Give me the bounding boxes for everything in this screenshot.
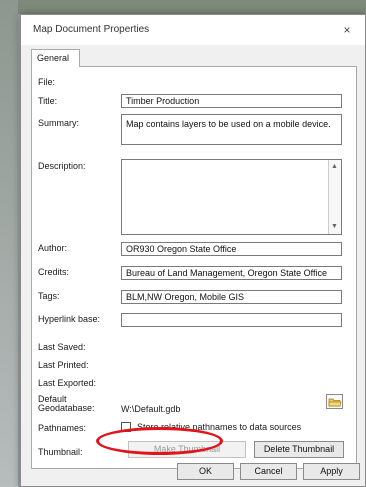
delete-thumbnail-button[interactable]: Delete Thumbnail	[254, 441, 344, 458]
pathnames-label: Pathnames:	[38, 423, 87, 433]
background-window-edge	[0, 0, 18, 487]
scroll-down-icon[interactable]: ▼	[331, 223, 338, 231]
apply-button[interactable]: Apply	[303, 463, 360, 480]
background-window	[0, 0, 366, 14]
file-label: File:	[38, 77, 56, 87]
map-document-properties-dialog: Map Document Properties × General File: …	[20, 14, 366, 487]
tab-general[interactable]: General	[31, 49, 80, 67]
general-panel: File: Title: Timber Production Summary: …	[31, 66, 357, 469]
cancel-button[interactable]: Cancel	[240, 463, 297, 480]
folder-icon[interactable]	[326, 394, 343, 409]
title-field[interactable]: Timber Production	[121, 94, 342, 108]
default-geodatabase-label-line2: Geodatabase:	[38, 403, 95, 413]
relative-pathnames-checkbox[interactable]	[121, 422, 131, 432]
hyperlink-base-field[interactable]	[121, 313, 342, 327]
last-saved-label: Last Saved:	[38, 342, 86, 352]
default-geodatabase-value: W:\Default.gdb	[121, 404, 181, 414]
credits-label: Credits:	[38, 267, 70, 277]
scroll-up-icon[interactable]: ▲	[331, 163, 338, 171]
author-field[interactable]: OR930 Oregon State Office	[121, 242, 342, 256]
title-bar: Map Document Properties ×	[21, 15, 365, 45]
credits-field[interactable]: Bureau of Land Management, Oregon State …	[121, 266, 342, 280]
ok-button[interactable]: OK	[177, 463, 234, 480]
tags-field[interactable]: BLM,NW Oregon, Mobile GIS	[121, 290, 342, 304]
author-label: Author:	[38, 243, 68, 253]
description-field[interactable]: ▲ ▼	[121, 159, 342, 235]
dialog-title: Map Document Properties	[33, 24, 150, 35]
last-printed-label: Last Printed:	[38, 360, 89, 370]
last-exported-label: Last Exported:	[38, 378, 97, 388]
description-scrollbar[interactable]: ▲ ▼	[328, 160, 341, 234]
hyperlink-base-label: Hyperlink base:	[38, 314, 101, 324]
close-icon[interactable]: ×	[337, 20, 357, 40]
thumbnail-label: Thumbnail:	[38, 447, 83, 457]
title-label: Title:	[38, 96, 58, 106]
tags-label: Tags:	[38, 291, 60, 301]
summary-field[interactable]: Map contains layers to be used on a mobi…	[121, 114, 342, 145]
summary-label: Summary:	[38, 118, 80, 128]
description-label: Description:	[38, 161, 86, 171]
relative-pathnames-checkbox-label[interactable]: Store relative pathnames to data sources	[137, 422, 301, 432]
make-thumbnail-button[interactable]: Make Thumbnail	[128, 441, 246, 458]
